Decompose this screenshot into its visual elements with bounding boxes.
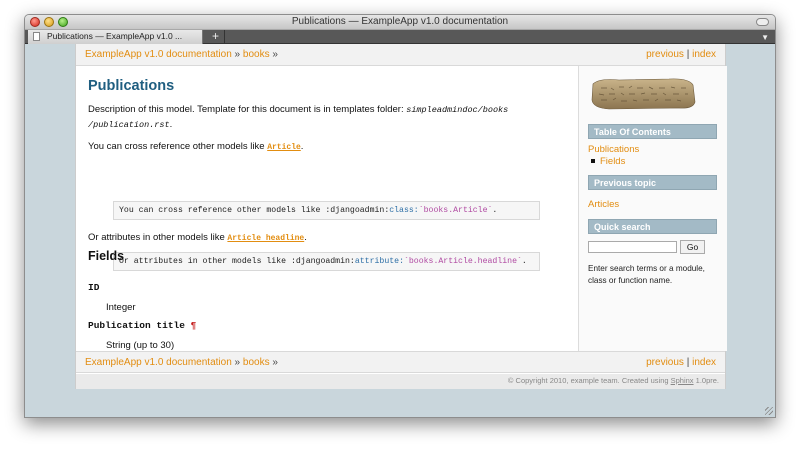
previous-topic-link[interactable]: Articles xyxy=(588,199,619,210)
window-title: Publications — ExampleApp v1.0 documenta… xyxy=(291,16,509,27)
xref-text: You can cross reference other models lik… xyxy=(88,141,268,152)
logo-tablet-image xyxy=(591,78,696,110)
period: . xyxy=(169,119,173,130)
resize-grip-icon[interactable] xyxy=(765,407,773,415)
breadcrumb-separator: » xyxy=(272,357,278,368)
xref-paragraph: You can cross reference other models lik… xyxy=(88,141,303,152)
books-link[interactable]: books xyxy=(243,357,270,368)
search-input[interactable] xyxy=(588,241,677,253)
template-path: simpleadmindoc/books xyxy=(406,105,509,115)
tab-bar: Publications — ExampleApp v1.0 ... + ▼ xyxy=(25,30,775,44)
field-label: Publication title xyxy=(88,320,185,331)
home-link[interactable]: ExampleApp v1.0 documentation xyxy=(85,357,232,368)
attr-paragraph: Or attributes in other models like Artic… xyxy=(88,232,307,243)
code-role: attribute: xyxy=(354,257,404,266)
previous-topic-heading: Previous topic xyxy=(588,175,717,190)
description-line-1: Description of this model. Template for … xyxy=(88,104,508,115)
field-publication-title-name: Publication title ¶ xyxy=(88,320,196,331)
browser-window: Publications — ExampleApp v1.0 documenta… xyxy=(24,14,776,418)
document-page: ExampleApp v1.0 documentation » books » … xyxy=(75,44,727,389)
index-link[interactable]: index xyxy=(692,49,716,60)
toolbar-toggle-button[interactable] xyxy=(756,18,769,26)
tab-label: Publications — ExampleApp v1.0 ... xyxy=(47,31,183,41)
breadcrumb-separator: » xyxy=(234,357,241,368)
sphinx-link[interactable]: Sphinx xyxy=(671,376,694,385)
code-end: . xyxy=(492,206,498,215)
code-example-attribute: Or attributes in other models like :djan… xyxy=(113,252,540,271)
article-link[interactable]: Article xyxy=(267,143,301,152)
index-link[interactable]: index xyxy=(692,357,716,368)
toc-item-publications[interactable]: Publications xyxy=(588,144,639,155)
field-publication-title-type: String (up to 30) xyxy=(106,340,175,351)
home-link[interactable]: ExampleApp v1.0 documentation xyxy=(85,49,232,60)
title-bar: Publications — ExampleApp v1.0 documenta… xyxy=(25,15,775,30)
previous-link[interactable]: previous xyxy=(646,357,684,368)
breadcrumb-separator: » xyxy=(234,49,241,60)
search-go-button[interactable]: Go xyxy=(680,240,705,254)
nav-divider: | xyxy=(686,49,690,60)
quick-search-heading: Quick search xyxy=(588,219,717,234)
sidebar: Table Of Contents Publications Fields Pr… xyxy=(578,66,727,351)
description-text: Description of this model. Template for … xyxy=(88,104,407,115)
template-path-cont: /publication.rst xyxy=(88,120,170,130)
books-link[interactable]: books xyxy=(243,49,270,60)
article-headline-link[interactable]: Article headline xyxy=(227,234,304,243)
toc-item-fields[interactable]: Fields xyxy=(600,156,625,167)
fields-heading: Fields xyxy=(88,249,125,263)
breadcrumb-separator: » xyxy=(272,49,278,60)
copyright-label: © Copyright 2010, example team. Created … xyxy=(507,376,671,385)
related-nav-top: ExampleApp v1.0 documentation » books » … xyxy=(76,44,725,66)
code-literal: `books.Article` xyxy=(418,206,493,215)
attr-text: Or attributes in other models like xyxy=(88,232,228,243)
code-literal: `books.Article.headline` xyxy=(403,257,522,266)
bullet-icon xyxy=(591,159,595,163)
code-example-class: You can cross reference other models lik… xyxy=(113,201,540,220)
new-tab-button[interactable]: + xyxy=(207,30,225,44)
previous-link[interactable]: previous xyxy=(646,49,684,60)
period: . xyxy=(300,141,304,152)
code-end: . xyxy=(521,257,527,266)
nav-divider: | xyxy=(686,357,690,368)
document-icon xyxy=(33,32,40,41)
tab-list-icon[interactable]: ▼ xyxy=(761,33,769,42)
search-help-text: Enter search terms or a module, class or… xyxy=(588,264,705,285)
permalink-anchor[interactable]: ¶ xyxy=(191,320,197,331)
document-body: Publications Description of this model. … xyxy=(76,66,578,351)
code-role: class: xyxy=(389,206,419,215)
period: . xyxy=(304,232,307,243)
version-label: 1.0pre. xyxy=(693,376,719,385)
footer: © Copyright 2010, example team. Created … xyxy=(76,374,725,389)
field-id-name: ID xyxy=(88,282,100,293)
field-id-type: Integer xyxy=(106,302,136,313)
code-text: Or attributes in other models like :djan… xyxy=(119,257,355,266)
toc-heading: Table Of Contents xyxy=(588,124,717,139)
description-line-2: /publication.rst. xyxy=(88,119,172,130)
related-nav-bottom: ExampleApp v1.0 documentation » books » … xyxy=(76,351,725,373)
page-title: Publications xyxy=(88,78,175,94)
tab-publications[interactable]: Publications — ExampleApp v1.0 ... xyxy=(28,30,203,44)
copyright-text: © Copyright 2010, example team. Created … xyxy=(508,376,719,385)
code-text: You can cross reference other models lik… xyxy=(119,206,390,215)
